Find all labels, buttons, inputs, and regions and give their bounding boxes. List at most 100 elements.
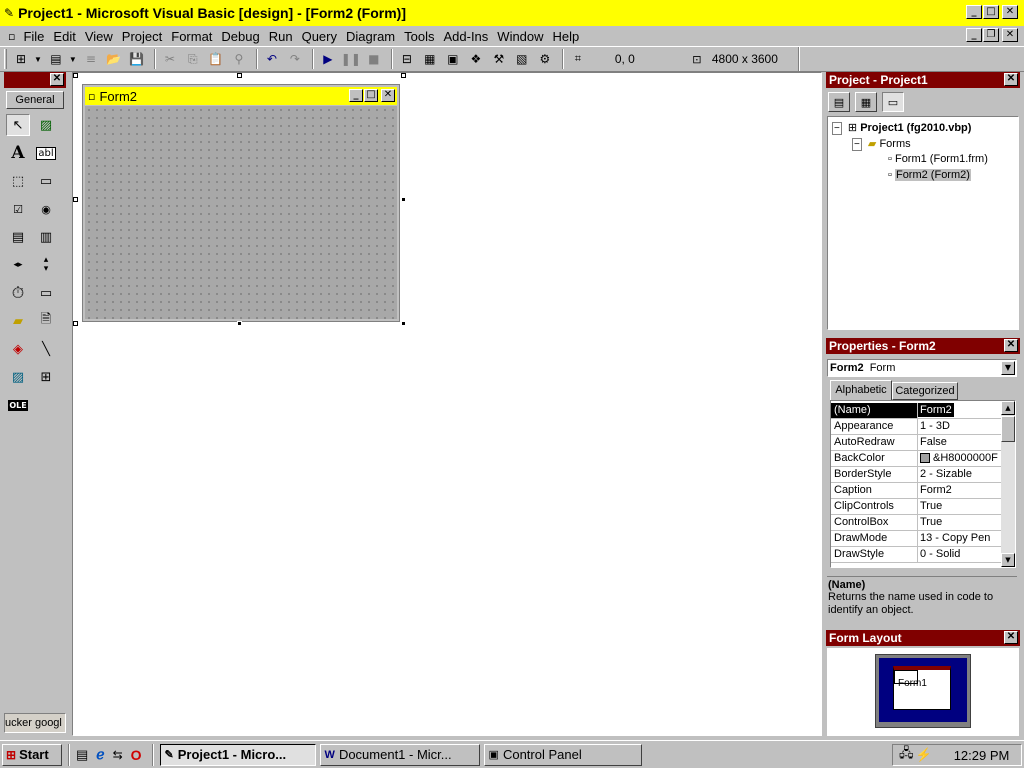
start-button[interactable]: ⊞ Start <box>2 743 62 766</box>
form-close-button[interactable]: ✕ <box>381 89 395 102</box>
drivelistbox-tool-icon[interactable]: ▭ <box>34 282 58 304</box>
menu-format[interactable]: Format <box>171 29 212 44</box>
resize-handle-se[interactable] <box>401 321 406 326</box>
menu-edit[interactable]: Edit <box>53 29 75 44</box>
undo-icon[interactable]: ↶ <box>262 49 282 69</box>
designed-form[interactable]: ▫ Form2 _ □ ✕ <box>82 84 400 322</box>
tree-project-root[interactable]: Project1 (fg2010.vbp) <box>860 122 971 134</box>
menu-window[interactable]: Window <box>497 29 543 44</box>
optionbutton-tool-icon[interactable]: ◉ <box>34 198 58 220</box>
property-grid[interactable]: (Name) Form2 Appearance 1 - 3D AutoRedra… <box>830 400 1016 568</box>
toolbox-icon[interactable]: ⚒ <box>489 49 509 69</box>
close-button[interactable]: ✕ <box>1002 5 1018 19</box>
property-row[interactable]: Appearance 1 - 3D <box>831 419 1001 435</box>
property-row[interactable]: AutoRedraw False <box>831 435 1001 451</box>
properties-close-button[interactable]: ✕ <box>1004 339 1018 352</box>
listbox-tool-icon[interactable]: ▥ <box>34 226 58 248</box>
menu-editor-icon[interactable]: ≡ <box>81 49 101 69</box>
ole-tool-icon[interactable]: OLE <box>6 394 30 416</box>
textbox-tool-icon[interactable]: abl <box>34 142 58 164</box>
pointer-tool-icon[interactable]: ↖ <box>6 114 30 136</box>
tree-collapse-icon[interactable]: − <box>832 122 842 135</box>
quicklaunch-desktop-icon[interactable]: ▤ <box>76 747 88 763</box>
copy-icon[interactable]: ⎘ <box>183 49 203 69</box>
resize-handle-ne[interactable] <box>401 73 406 78</box>
tree-item-form2[interactable]: Form2 (Form2) <box>894 169 971 181</box>
hscrollbar-tool-icon[interactable]: ◂▸ <box>6 254 30 276</box>
find-icon[interactable]: ⚲ <box>229 49 249 69</box>
property-row[interactable]: BorderStyle 2 - Sizable <box>831 467 1001 483</box>
menu-help[interactable]: Help <box>553 29 580 44</box>
view-code-icon[interactable]: ▤ <box>828 92 850 112</box>
resize-handle-n[interactable] <box>237 73 242 78</box>
cut-icon[interactable]: ✂ <box>160 49 180 69</box>
tree-collapse-icon[interactable]: − <box>852 138 862 151</box>
menu-query[interactable]: Query <box>302 29 337 44</box>
form-minimize-button[interactable]: _ <box>349 89 363 102</box>
form-caption-bar[interactable]: ▫ Form2 _ □ ✕ <box>85 87 397 105</box>
property-row[interactable]: Caption Form2 <box>831 483 1001 499</box>
network-tray-icon[interactable]: 🖧 <box>899 744 914 766</box>
vscrollbar-tool-icon[interactable]: ▴ ▾ <box>34 254 58 276</box>
data-tool-icon[interactable]: ⊞ <box>34 366 58 388</box>
object-selector-dropdown-icon[interactable]: ▼ <box>1001 361 1015 375</box>
property-row[interactable]: (Name) Form2 <box>831 403 1001 419</box>
open-project-icon[interactable]: 📂 <box>104 49 124 69</box>
menu-diagram[interactable]: Diagram <box>346 29 395 44</box>
property-value[interactable]: Form2 <box>918 483 1001 499</box>
property-row[interactable]: DrawMode 13 - Copy Pen <box>831 531 1001 547</box>
child-close-button[interactable]: ✕ <box>1002 28 1018 42</box>
break-icon[interactable]: ❚❚ <box>341 49 361 69</box>
property-row[interactable]: ClipControls True <box>831 499 1001 515</box>
tree-item-form1[interactable]: Form1 (Form1.frm) <box>895 153 988 165</box>
menu-run[interactable]: Run <box>269 29 293 44</box>
toolbox-custom-item[interactable]: ucker googl <box>4 713 66 733</box>
property-row[interactable]: ControlBox True <box>831 515 1001 531</box>
tree-folder-forms[interactable]: Forms <box>879 138 910 150</box>
menu-project[interactable]: Project <box>122 29 162 44</box>
property-value[interactable]: 0 - Solid <box>918 547 1001 563</box>
form-layout-title-bar[interactable]: Form Layout ✕ <box>826 630 1020 646</box>
menu-tools[interactable]: Tools <box>404 29 434 44</box>
main-title-bar[interactable]: ✎ Project1 - Microsoft Visual Basic [des… <box>0 0 1024 26</box>
scroll-up-icon[interactable]: ▲ <box>1001 401 1015 415</box>
toggle-folders-icon[interactable]: ▭ <box>882 92 904 112</box>
add-project-icon[interactable]: ⊞ <box>11 49 31 69</box>
data-view-icon[interactable]: ▧ <box>512 49 532 69</box>
component-manager-icon[interactable]: ⚙ <box>535 49 555 69</box>
maximize-button[interactable]: □ <box>983 5 999 19</box>
line-tool-icon[interactable]: ╲ <box>34 338 58 360</box>
property-value[interactable]: 13 - Copy Pen <box>918 531 1001 547</box>
project-explorer-icon[interactable]: ⊟ <box>397 49 417 69</box>
child-restore-button[interactable]: ❐ <box>983 28 999 42</box>
dirlistbox-tool-icon[interactable]: ▰ <box>6 310 30 332</box>
toolbox-title-bar[interactable]: ✕ <box>4 72 66 88</box>
redo-icon[interactable]: ↷ <box>285 49 305 69</box>
checkbox-tool-icon[interactable]: ☑ <box>6 198 30 220</box>
object-selector[interactable]: Form2 Form ▼ <box>827 359 1017 377</box>
start-icon[interactable]: ▶ <box>318 49 338 69</box>
quicklaunch-channels-icon[interactable]: ⇆ <box>113 748 123 762</box>
child-minimize-button[interactable]: _ <box>966 28 982 42</box>
image-tool-icon[interactable]: ▨ <box>6 366 30 388</box>
toolbox-close-button[interactable]: ✕ <box>50 73 64 86</box>
menu-debug[interactable]: Debug <box>221 29 259 44</box>
menu-view[interactable]: View <box>85 29 113 44</box>
form-preview[interactable]: Form1 <box>893 666 951 710</box>
quicklaunch-opera-icon[interactable]: O <box>131 747 142 763</box>
property-grid-scrollbar[interactable]: ▲ ▼ <box>1001 401 1015 567</box>
form-client-area[interactable] <box>85 106 397 319</box>
task-word-document[interactable]: W Document1 - Micr... <box>319 743 480 766</box>
property-value[interactable]: True <box>918 515 1001 531</box>
scroll-thumb[interactable] <box>1001 416 1015 442</box>
project-explorer-title[interactable]: Project - Project1 ✕ <box>826 72 1020 88</box>
save-project-icon[interactable]: 💾 <box>127 49 147 69</box>
end-icon[interactable]: ■ <box>364 49 384 69</box>
object-browser-icon[interactable]: ❖ <box>466 49 486 69</box>
properties-title-bar[interactable]: Properties - Form2 ✕ <box>826 338 1020 354</box>
form-layout-icon[interactable]: ▣ <box>443 49 463 69</box>
frame-tool-icon[interactable]: ⬚ <box>6 170 30 192</box>
minimize-button[interactable]: _ <box>966 5 982 19</box>
property-value[interactable]: 1 - 3D <box>918 419 1001 435</box>
scroll-down-icon[interactable]: ▼ <box>1001 553 1015 567</box>
